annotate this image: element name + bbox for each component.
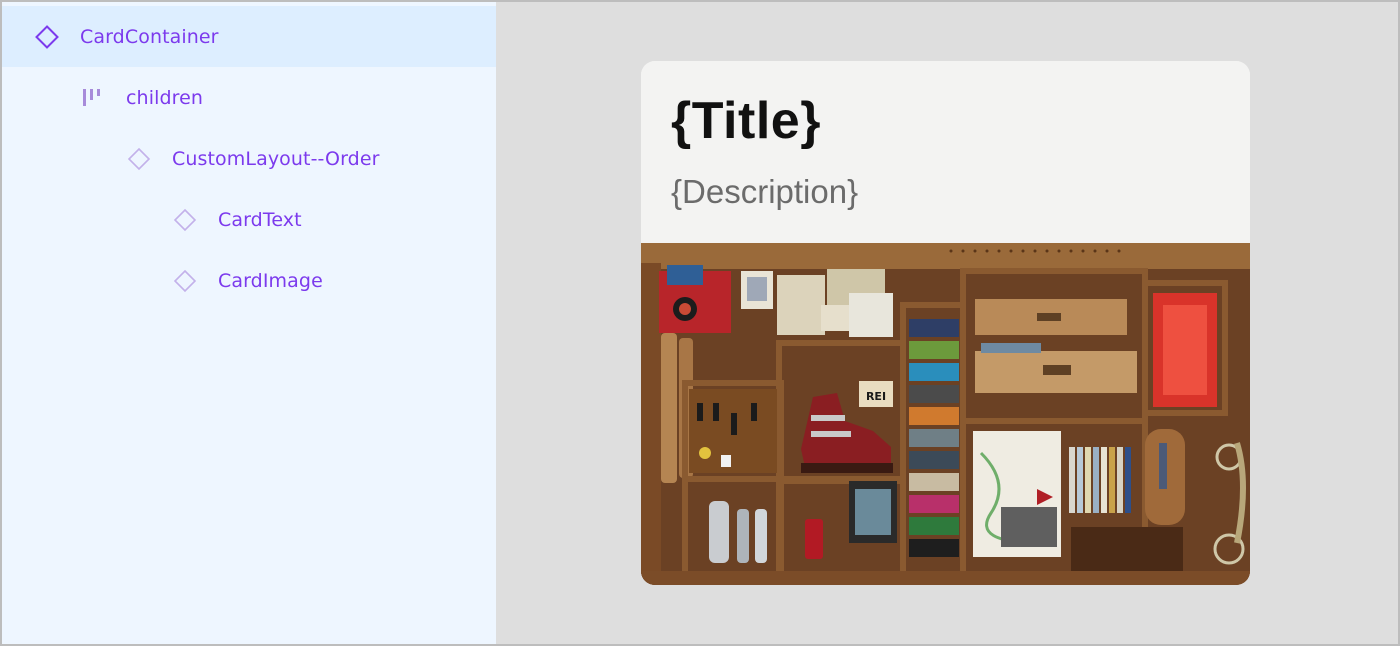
card-container[interactable]: {Title} {Description} REI xyxy=(641,61,1250,585)
layers-panel: CardContainer children CustomLayout--Ord… xyxy=(2,2,496,644)
design-canvas[interactable]: {Title} {Description} REI xyxy=(496,2,1398,644)
layer-item-cardtext[interactable]: CardText xyxy=(2,189,496,250)
layer-item-label: CustomLayout--Order xyxy=(172,147,380,170)
layer-item-label: children xyxy=(126,86,204,109)
instance-icon xyxy=(172,268,198,294)
photo-rei-label: REI xyxy=(866,390,886,403)
card-text[interactable]: {Title} {Description} xyxy=(641,61,1250,243)
app-frame: CardContainer children CustomLayout--Ord… xyxy=(0,0,1400,646)
layer-item-label: CardImage xyxy=(218,269,323,292)
card-image[interactable]: REI xyxy=(641,243,1250,585)
instance-icon xyxy=(126,146,152,172)
layer-item-cardcontainer[interactable]: CardContainer xyxy=(2,6,496,67)
layer-item-children[interactable]: children xyxy=(2,67,496,128)
card-description: {Description} xyxy=(671,173,859,210)
card-title: {Title} xyxy=(671,92,821,150)
component-icon xyxy=(34,24,60,50)
layer-item-cardimage[interactable]: CardImage xyxy=(2,250,496,311)
slot-icon xyxy=(80,85,106,111)
layer-item-customlayout-order[interactable]: CustomLayout--Order xyxy=(2,128,496,189)
layer-item-label: CardText xyxy=(218,208,302,231)
gear-wall-photo: REI xyxy=(641,243,1250,585)
layer-item-label: CardContainer xyxy=(80,25,219,48)
instance-icon xyxy=(172,207,198,233)
